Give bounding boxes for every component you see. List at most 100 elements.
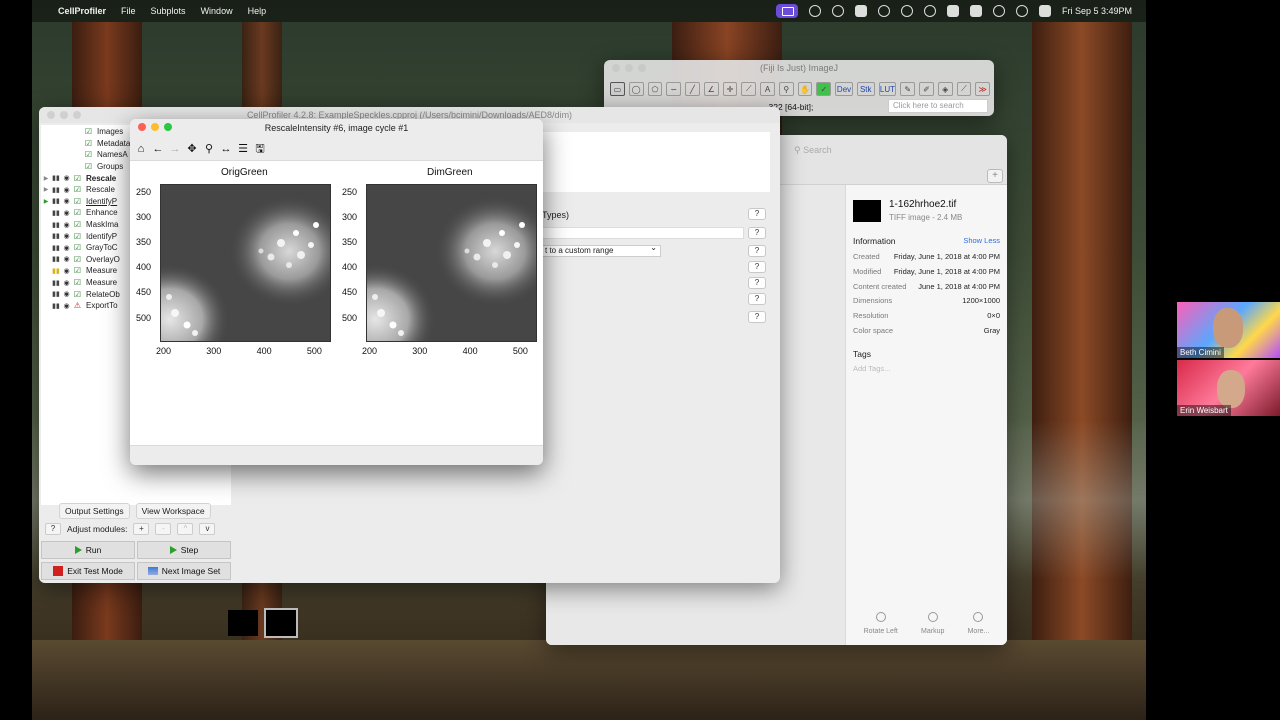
save-icon[interactable]: 🖫: [253, 142, 267, 156]
close-button[interactable]: [612, 64, 620, 72]
eye-icon[interactable]: ◉: [61, 255, 72, 263]
menu-file[interactable]: File: [121, 6, 136, 16]
pause-icon[interactable]: ▮▮: [51, 221, 61, 229]
pause-icon[interactable]: ▮▮: [51, 255, 61, 263]
angle-tool-icon[interactable]: ∠: [703, 82, 719, 96]
check-circle-icon[interactable]: [900, 5, 913, 17]
spotlight-search-icon[interactable]: [1015, 5, 1028, 17]
wand-tool-icon[interactable]: ⟋: [741, 82, 757, 96]
check-icon[interactable]: ☑: [72, 208, 83, 217]
stack-tool[interactable]: Stk: [856, 82, 875, 96]
rotate-left-button[interactable]: Rotate Left: [864, 612, 898, 635]
pause-icon[interactable]: ▮▮: [51, 209, 61, 217]
next-image-set-button[interactable]: Next Image Set: [137, 562, 231, 580]
check-icon[interactable]: ☑: [72, 197, 83, 206]
home-icon[interactable]: ⌂: [134, 142, 148, 156]
view-workspace-button[interactable]: View Workspace: [135, 503, 211, 519]
check-icon[interactable]: ☑: [72, 232, 83, 241]
dev-tool[interactable]: Dev: [835, 82, 853, 96]
imagej-search-field[interactable]: Click here to search: [888, 99, 988, 113]
wifi-icon[interactable]: [992, 5, 1005, 17]
help-button[interactable]: ?: [748, 208, 766, 220]
show-less-link[interactable]: Show Less: [963, 236, 1000, 246]
pause-icon[interactable]: ▮▮: [51, 232, 61, 240]
screen-share-icon[interactable]: [775, 4, 798, 18]
expand-arrow-icon[interactable]: ▶: [41, 198, 51, 205]
minimize-button[interactable]: [60, 111, 68, 119]
pan-icon[interactable]: ✥: [185, 142, 199, 156]
point-tool-icon[interactable]: ✛: [722, 82, 738, 96]
pause-icon[interactable]: ▮▮: [51, 267, 61, 275]
figure-titlebar[interactable]: RescaleIntensity #6, image cycle #1: [130, 119, 543, 137]
freehand-tool-icon[interactable]: ∽: [666, 82, 682, 96]
pause-icon[interactable]: ▮▮: [51, 186, 61, 194]
run-button[interactable]: Run: [41, 541, 135, 559]
polygon-tool-icon[interactable]: ⬠: [647, 82, 663, 96]
oval-tool-icon[interactable]: ◯: [628, 82, 644, 96]
eye-icon[interactable]: ◉: [61, 267, 72, 275]
imagej-titlebar[interactable]: (Fiji Is Just) ImageJ: [604, 60, 994, 76]
brush-tool-icon[interactable]: ✐: [919, 82, 934, 96]
add-button[interactable]: +: [987, 169, 1003, 183]
eye-icon[interactable]: ◉: [61, 302, 72, 310]
pencil-tool-icon[interactable]: ✎: [900, 82, 916, 96]
menu-help[interactable]: Help: [248, 6, 267, 16]
hand-tool-icon[interactable]: ✋: [797, 82, 813, 96]
eye-icon[interactable]: ◉: [61, 221, 72, 229]
sync-icon[interactable]: [877, 5, 890, 17]
color-picker-icon[interactable]: ✓: [816, 82, 832, 96]
back-arrow-icon[interactable]: ←: [151, 142, 165, 156]
help-button[interactable]: ?: [748, 245, 766, 257]
preview-search-field[interactable]: ⚲ Search: [794, 145, 944, 161]
setting-text-field[interactable]: [542, 227, 744, 239]
eye-icon[interactable]: ◉: [61, 279, 72, 287]
pause-icon[interactable]: ▮▮: [51, 302, 61, 310]
rectangle-tool-icon[interactable]: ▭: [610, 82, 625, 96]
pause-icon[interactable]: ▮▮: [51, 244, 61, 252]
battery-icon[interactable]: [946, 5, 959, 17]
eye-icon[interactable]: ◉: [61, 174, 72, 182]
menu-clock[interactable]: Fri Sep 5 3:49PM: [1062, 6, 1132, 16]
rescale-method-select[interactable]: t to a custom range: [539, 243, 661, 257]
image-plot-origgreen[interactable]: [160, 184, 331, 342]
check-icon[interactable]: ☑: [72, 278, 83, 287]
menu-window[interactable]: Window: [201, 6, 233, 16]
forward-arrow-icon[interactable]: →: [168, 142, 182, 156]
line-tool-icon[interactable]: ╱: [685, 82, 700, 96]
dropbox-icon[interactable]: [808, 5, 821, 17]
cube-icon[interactable]: [831, 5, 844, 17]
pause-icon[interactable]: ▮▮: [51, 290, 61, 298]
video-tile[interactable]: Erin Weisbart: [1177, 360, 1280, 416]
more-button[interactable]: More...: [968, 612, 989, 635]
dock-thumbnail-selected[interactable]: [264, 608, 298, 638]
eye-icon[interactable]: ◉: [61, 197, 72, 205]
menu-subplots[interactable]: Subplots: [151, 6, 186, 16]
globe-icon[interactable]: [923, 5, 936, 17]
help-button[interactable]: ?: [748, 227, 766, 239]
lut-tool[interactable]: LUT: [878, 82, 897, 96]
more-tools-icon[interactable]: ≫: [975, 82, 991, 96]
zoom-button[interactable]: [164, 123, 172, 131]
close-button[interactable]: [47, 111, 55, 119]
check-icon[interactable]: ☑: [72, 174, 83, 183]
eye-icon[interactable]: ◉: [61, 290, 72, 298]
s-app-icon[interactable]: [854, 5, 867, 17]
add-tags-field[interactable]: Add Tags...: [853, 364, 1000, 373]
help-button[interactable]: ?: [748, 261, 766, 273]
expand-arrow-icon[interactable]: ▶: [41, 186, 51, 193]
move-down-button[interactable]: v: [199, 523, 216, 535]
check-icon[interactable]: ☑: [72, 290, 83, 299]
step-button[interactable]: Step: [137, 541, 231, 559]
expand-arrow-icon[interactable]: ▶: [41, 175, 51, 182]
pipette-icon[interactable]: ⟋: [956, 82, 972, 96]
zoom-tool-icon[interactable]: ⚲: [778, 82, 794, 96]
check-icon[interactable]: ☑: [72, 185, 83, 194]
video-tile[interactable]: Beth Cimini: [1177, 302, 1280, 358]
eye-icon[interactable]: ◉: [61, 244, 72, 252]
text-tool-icon[interactable]: A: [760, 82, 775, 96]
remove-module-button[interactable]: -: [155, 523, 172, 535]
check-icon[interactable]: ☑: [72, 255, 83, 264]
move-up-button[interactable]: ^: [177, 523, 194, 535]
eye-icon[interactable]: ◉: [61, 209, 72, 217]
help-button[interactable]: ?: [748, 311, 766, 323]
